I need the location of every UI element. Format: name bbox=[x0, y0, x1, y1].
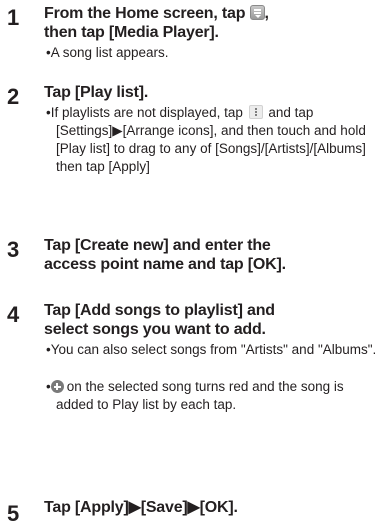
step-number: 3 bbox=[7, 237, 20, 262]
step-number: 2 bbox=[7, 84, 20, 109]
bullet-item: •A song list appears. bbox=[46, 45, 169, 60]
add-circle-icon bbox=[50, 380, 64, 393]
step-number: 5 bbox=[7, 501, 20, 526]
step-title: Tap [Apply]▶[Save]▶[OK]. bbox=[44, 499, 238, 516]
bullet-item: • on the selected song turns red and the … bbox=[46, 379, 344, 412]
instruction-page: 1 From the Home screen, tap , then tap [… bbox=[0, 0, 383, 531]
step-title: Tap [Create new] and enter the access po… bbox=[44, 237, 286, 273]
step-number: 1 bbox=[7, 5, 20, 30]
menu-key-icon bbox=[249, 5, 265, 20]
bullet-item: •You can also select songs from "Artists… bbox=[46, 342, 377, 357]
step-number: 4 bbox=[7, 302, 20, 327]
step-title: From the Home screen, tap , then tap [Me… bbox=[44, 5, 269, 41]
step-title: Tap [Play list]. bbox=[44, 84, 149, 101]
bullet-item: •If playlists are not displayed, tap and… bbox=[46, 105, 366, 174]
step-title: Tap [Add songs to playlist] and select s… bbox=[44, 302, 275, 338]
kebab-menu-icon bbox=[248, 105, 263, 119]
